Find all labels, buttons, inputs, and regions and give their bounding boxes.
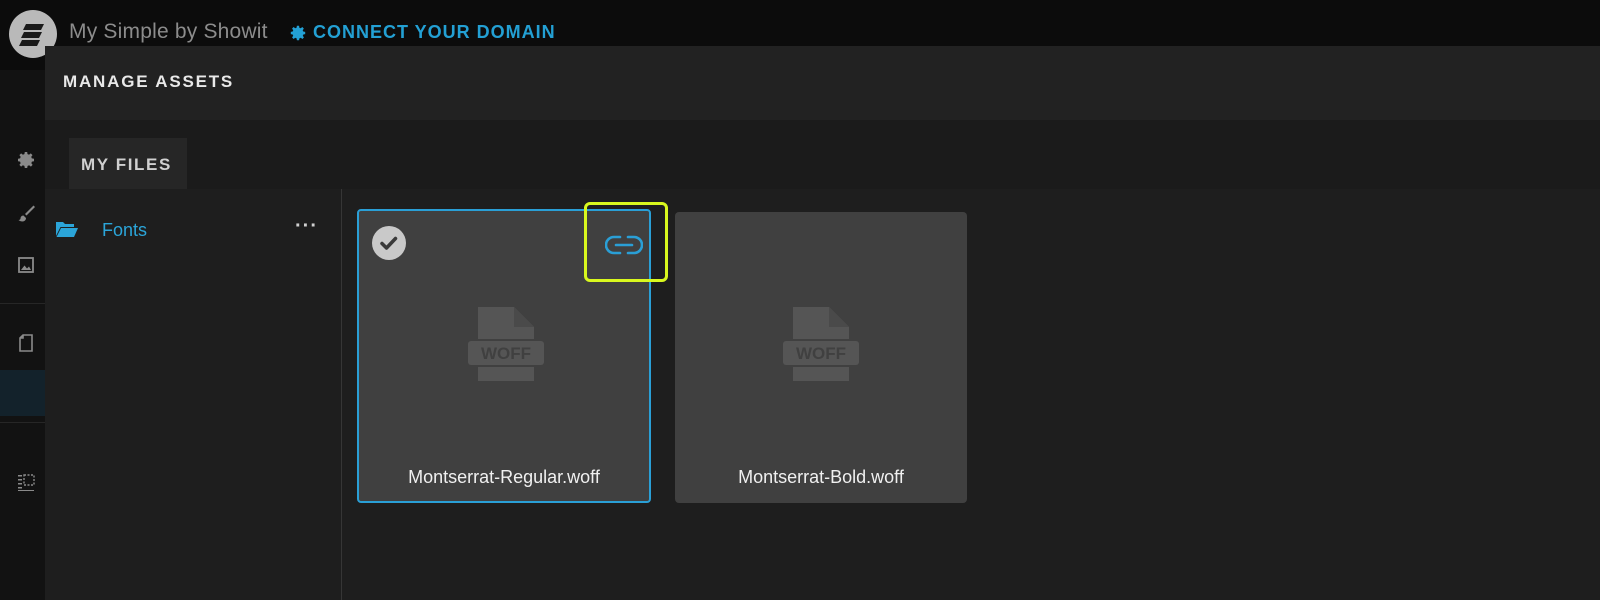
assets-body: Fonts ··· WOFF Montserrat-Regular.woff W…: [45, 189, 1600, 600]
rail-divider: [0, 303, 45, 304]
rail-divider: [0, 422, 45, 423]
modal-title: MANAGE ASSETS: [63, 72, 235, 91]
gear-icon[interactable]: [16, 150, 36, 170]
page-icon[interactable]: [16, 333, 36, 353]
file-type-label: WOFF: [796, 344, 846, 363]
brush-icon[interactable]: [16, 203, 36, 223]
file-card-montserrat-bold[interactable]: WOFF Montserrat-Bold.woff: [675, 212, 967, 503]
site-title[interactable]: My Simple by Showit: [69, 20, 268, 44]
folder-label: Fonts: [102, 220, 148, 240]
woff-file-icon: WOFF: [783, 307, 859, 381]
modal-header: MANAGE ASSETS: [45, 46, 1600, 120]
tab-my-files[interactable]: MY FILES: [69, 138, 187, 190]
file-type-label: WOFF: [481, 344, 531, 363]
rail-active-item[interactable]: [0, 370, 45, 416]
check-icon[interactable]: [372, 226, 406, 260]
manage-assets-modal: MANAGE ASSETS MY FILES Fonts ··· WOFF Mo…: [45, 46, 1600, 600]
file-card-montserrat-regular[interactable]: WOFF Montserrat-Regular.woff: [357, 209, 651, 503]
left-rail: [0, 70, 45, 600]
gear-icon: [290, 25, 306, 40]
woff-file-icon: WOFF: [468, 307, 544, 381]
link-icon[interactable]: [605, 233, 643, 257]
folder-sidebar: Fonts ···: [45, 189, 342, 600]
connect-domain-label: CONNECT YOUR DOMAIN: [313, 22, 556, 42]
folder-item-fonts[interactable]: Fonts ···: [55, 215, 342, 245]
folder-more-button[interactable]: ···: [295, 215, 318, 238]
folder-open-icon: [56, 222, 78, 237]
file-name: Montserrat-Bold.woff: [738, 467, 904, 487]
image-icon[interactable]: [16, 255, 36, 275]
connect-domain-link[interactable]: CONNECT YOUR DOMAIN: [289, 22, 556, 43]
file-name: Montserrat-Regular.woff: [408, 467, 600, 487]
tab-label: MY FILES: [81, 155, 172, 174]
layout-list-icon[interactable]: [16, 472, 36, 492]
